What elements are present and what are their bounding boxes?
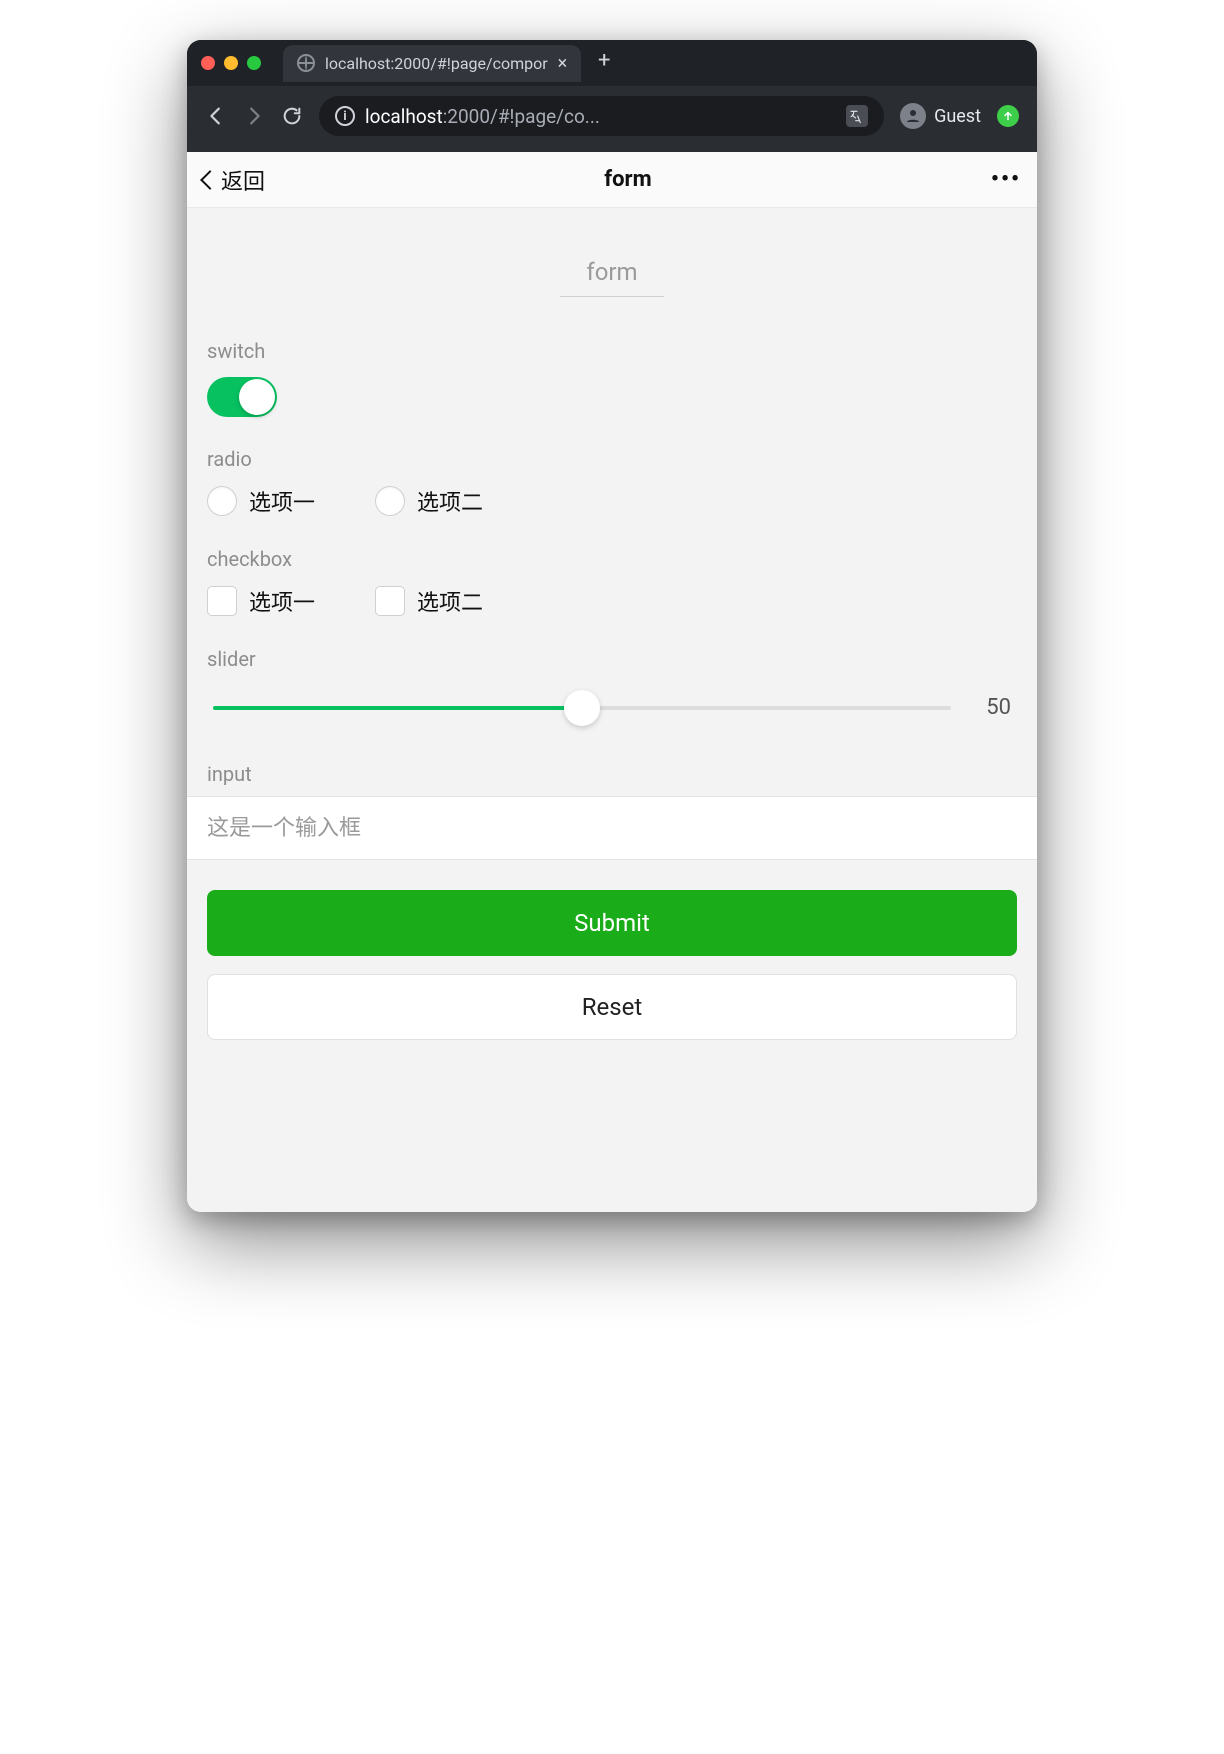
slider-fill (213, 706, 582, 710)
subtitle-wrap: form (187, 208, 1037, 315)
button-area: Submit Reset (187, 860, 1037, 1050)
page-title: form (604, 167, 651, 192)
section-input: input (187, 762, 1037, 860)
back-label: 返回 (221, 164, 265, 196)
maximize-window-icon[interactable] (247, 56, 261, 70)
update-available-icon[interactable] (997, 105, 1019, 127)
reset-button[interactable]: Reset (207, 974, 1017, 1040)
section-checkbox: checkbox 选项一 选项二 (187, 523, 1037, 623)
nav-back-icon[interactable] (205, 105, 227, 127)
page: 返回 form ••• form switch radio 选项一 (187, 152, 1037, 1212)
url-path: :2000/#!page/co... (443, 105, 600, 128)
nav-forward-icon[interactable] (243, 105, 265, 127)
checkbox-icon (375, 586, 405, 616)
window-controls (201, 56, 261, 70)
back-button[interactable]: 返回 (203, 164, 265, 196)
chevron-left-icon (200, 170, 220, 190)
address-bar-row: i localhost:2000/#!page/co... Guest (187, 86, 1037, 152)
switch-knob (239, 379, 275, 415)
close-window-icon[interactable] (201, 56, 215, 70)
radio-label: radio (207, 447, 1017, 471)
profile-button[interactable]: Guest (900, 103, 981, 129)
profile-label: Guest (934, 106, 981, 127)
app-bar: 返回 form ••• (187, 152, 1037, 208)
more-icon[interactable]: ••• (991, 167, 1021, 192)
section-radio: radio 选项一 选项二 (187, 423, 1037, 523)
url-host: localhost (365, 105, 443, 128)
tab-bar: localhost:2000/#!page/compor × + (187, 40, 1037, 86)
checkbox-icon (207, 586, 237, 616)
radio-icon (207, 486, 237, 516)
checkbox-option-2[interactable]: 选项二 (375, 585, 483, 617)
minimize-window-icon[interactable] (224, 56, 238, 70)
checkbox-option-1-label: 选项一 (249, 585, 315, 617)
checkbox-label: checkbox (207, 547, 1017, 571)
slider-thumb[interactable] (564, 690, 600, 726)
radio-option-1-label: 选项一 (249, 485, 315, 517)
tab-title: localhost:2000/#!page/compor (325, 54, 548, 73)
avatar-icon (900, 103, 926, 129)
globe-icon (297, 54, 315, 72)
radio-option-1[interactable]: 选项一 (207, 485, 315, 517)
reload-icon[interactable] (281, 105, 303, 127)
browser-tab[interactable]: localhost:2000/#!page/compor × (283, 45, 581, 82)
checkbox-option-2-label: 选项二 (417, 585, 483, 617)
address-bar[interactable]: i localhost:2000/#!page/co... (319, 96, 884, 136)
text-input[interactable] (187, 796, 1037, 860)
radio-option-2-label: 选项二 (417, 485, 483, 517)
url-text: localhost:2000/#!page/co... (365, 105, 600, 128)
input-label: input (187, 762, 1037, 796)
close-tab-icon[interactable]: × (558, 53, 568, 74)
section-slider: slider 50 (187, 623, 1037, 732)
new-tab-button[interactable]: + (591, 50, 617, 76)
submit-button[interactable]: Submit (207, 890, 1017, 956)
section-switch: switch (187, 315, 1037, 423)
slider[interactable] (213, 706, 951, 710)
switch-toggle[interactable] (207, 377, 277, 417)
radio-icon (375, 486, 405, 516)
site-info-icon[interactable]: i (335, 106, 355, 126)
checkbox-option-1[interactable]: 选项一 (207, 585, 315, 617)
translate-icon[interactable] (846, 105, 868, 127)
slider-label: slider (207, 647, 1017, 671)
radio-option-2[interactable]: 选项二 (375, 485, 483, 517)
page-subtitle: form (560, 254, 663, 297)
slider-value: 50 (971, 695, 1011, 720)
browser-window: localhost:2000/#!page/compor × + i local… (187, 40, 1037, 1212)
switch-label: switch (207, 339, 1017, 363)
browser-chrome: localhost:2000/#!page/compor × + i local… (187, 40, 1037, 152)
